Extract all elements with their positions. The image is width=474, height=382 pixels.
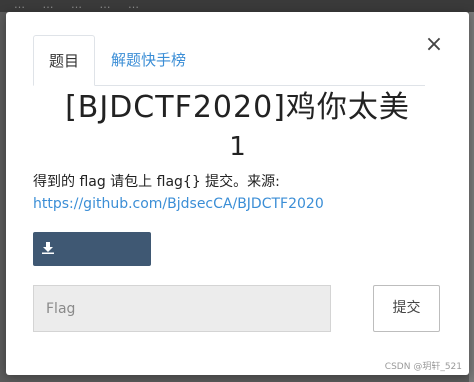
background-item: … [14,0,25,11]
challenge-dialog: 题目 解题快手榜 × [BJDCTF2020]鸡你太美 1 得到的 flag 请… [6,12,469,375]
description-text: 得到的 flag 请包上 flag{} 提交。来源: [33,174,280,190]
dialog-tabs: 题目 解题快手榜 [33,35,425,86]
source-link[interactable]: https://github.com/BjdsecCA/BJDCTF2020 [33,193,443,215]
background-page-header: … … … … … [0,0,474,12]
close-icon[interactable]: × [424,34,444,56]
submit-button[interactable]: 提交 [373,285,440,332]
watermark: CSDN @玥轩_521 [384,362,462,372]
background-item: … [128,0,139,11]
download-icon [42,233,54,267]
background-item: … [71,0,82,11]
flag-input[interactable] [33,285,331,332]
attachment-download-button[interactable]: attachment.rar [33,232,151,291]
challenge-title: [BJDCTF2020]鸡你太美 [65,90,410,125]
tab-solve-ranking[interactable]: 解题快手榜 [111,35,186,85]
background-page-edge [469,12,474,382]
challenge-description: 得到的 flag 请包上 flag{} 提交。来源: https://githu… [33,171,443,215]
tab-challenge[interactable]: 题目 [33,35,95,86]
challenge-score: 1 [229,132,246,162]
background-item: … [42,0,54,11]
background-item: … [99,0,111,11]
